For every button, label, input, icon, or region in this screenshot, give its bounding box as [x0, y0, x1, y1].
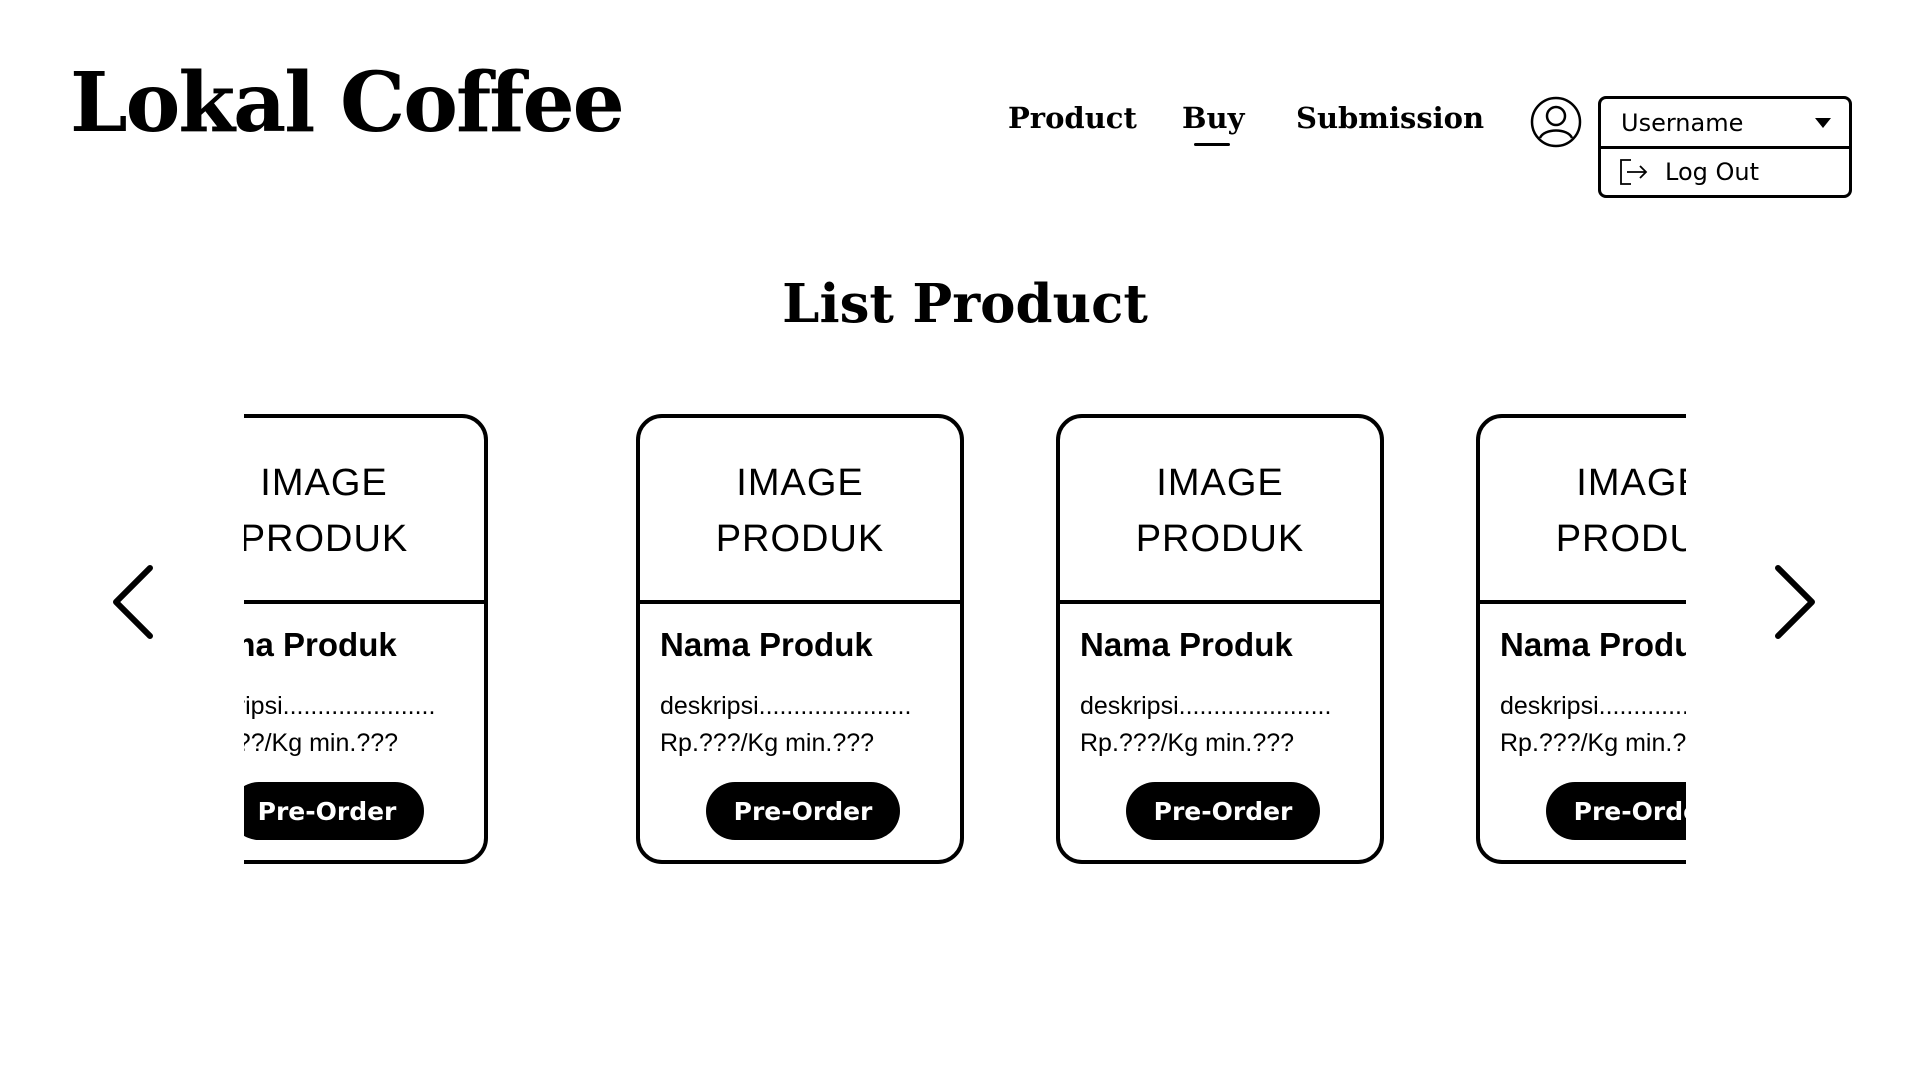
image-placeholder-label: IMAGE	[1156, 462, 1284, 504]
pre-order-button[interactable]: Pre-Order	[1546, 782, 1686, 840]
nav-buy[interactable]: Buy	[1182, 104, 1244, 133]
product-image-placeholder: IMAGE PRODUK	[244, 418, 484, 604]
product-price: Rp.???/Kg min.???	[660, 729, 875, 757]
product-card: IMAGE PRODUK Nama Produk deskripsi......…	[636, 414, 964, 864]
product-price: Rp.???/Kg min.???	[244, 729, 399, 757]
logout-icon	[1620, 159, 1648, 185]
nav-submission[interactable]: Submission	[1296, 104, 1484, 133]
product-card: IMAGE PRODUK Nama Produk deskripsi......…	[1056, 414, 1384, 864]
chevron-right-icon[interactable]	[1770, 562, 1820, 642]
image-placeholder-label: IMAGE	[1576, 462, 1686, 504]
product-description: deskripsi......................	[244, 692, 436, 720]
product-price: Rp.???/Kg min.???	[1500, 729, 1686, 757]
product-price: Rp.???/Kg min.???	[1080, 729, 1295, 757]
brand-logo[interactable]: Lokal Coffee	[70, 62, 625, 144]
chevron-left-icon[interactable]	[108, 562, 158, 642]
page-title: List Product	[782, 273, 1148, 335]
product-description: deskripsi......................	[660, 692, 912, 720]
product-description: deskripsi......................	[1080, 692, 1332, 720]
pre-order-button[interactable]: Pre-Order	[706, 782, 900, 840]
pre-order-button[interactable]: Pre-Order	[244, 782, 424, 840]
active-nav-indicator	[1194, 143, 1230, 146]
product-name: Nama Produk	[1500, 626, 1686, 663]
image-placeholder-label: IMAGE	[736, 462, 864, 504]
username-label: Username	[1621, 108, 1744, 137]
nav-product[interactable]: Product	[1008, 104, 1137, 133]
product-name: Nama Produk	[660, 626, 873, 663]
product-card: IMAGE PRODUK Nama Produk deskripsi......…	[1476, 414, 1686, 864]
product-name: Nama Produk	[1080, 626, 1293, 663]
username-select[interactable]: Username	[1601, 99, 1849, 149]
logout-menu-item[interactable]: Log Out	[1601, 149, 1849, 195]
user-avatar-icon[interactable]	[1530, 96, 1582, 148]
image-placeholder-label: PRODUK	[1555, 518, 1686, 560]
product-image-placeholder: IMAGE PRODUK	[640, 418, 960, 604]
product-name: Nama Produk	[244, 626, 397, 663]
caret-down-icon	[1815, 117, 1831, 128]
product-image-placeholder: IMAGE PRODUK	[1480, 418, 1686, 604]
image-placeholder-label: IMAGE	[260, 462, 388, 504]
image-placeholder-label: PRODUK	[1135, 518, 1305, 560]
product-image-placeholder: IMAGE PRODUK	[1060, 418, 1380, 604]
product-card: IMAGE PRODUK Nama Produk deskripsi......…	[244, 414, 488, 864]
user-dropdown: Username Log Out	[1598, 96, 1852, 198]
image-placeholder-label: PRODUK	[244, 518, 409, 560]
pre-order-button[interactable]: Pre-Order	[1126, 782, 1320, 840]
image-placeholder-label: PRODUK	[715, 518, 885, 560]
product-description: deskripsi......................	[1500, 692, 1686, 720]
logout-label: Log Out	[1665, 158, 1760, 186]
product-carousel: IMAGE PRODUK Nama Produk deskripsi......…	[244, 410, 1686, 870]
